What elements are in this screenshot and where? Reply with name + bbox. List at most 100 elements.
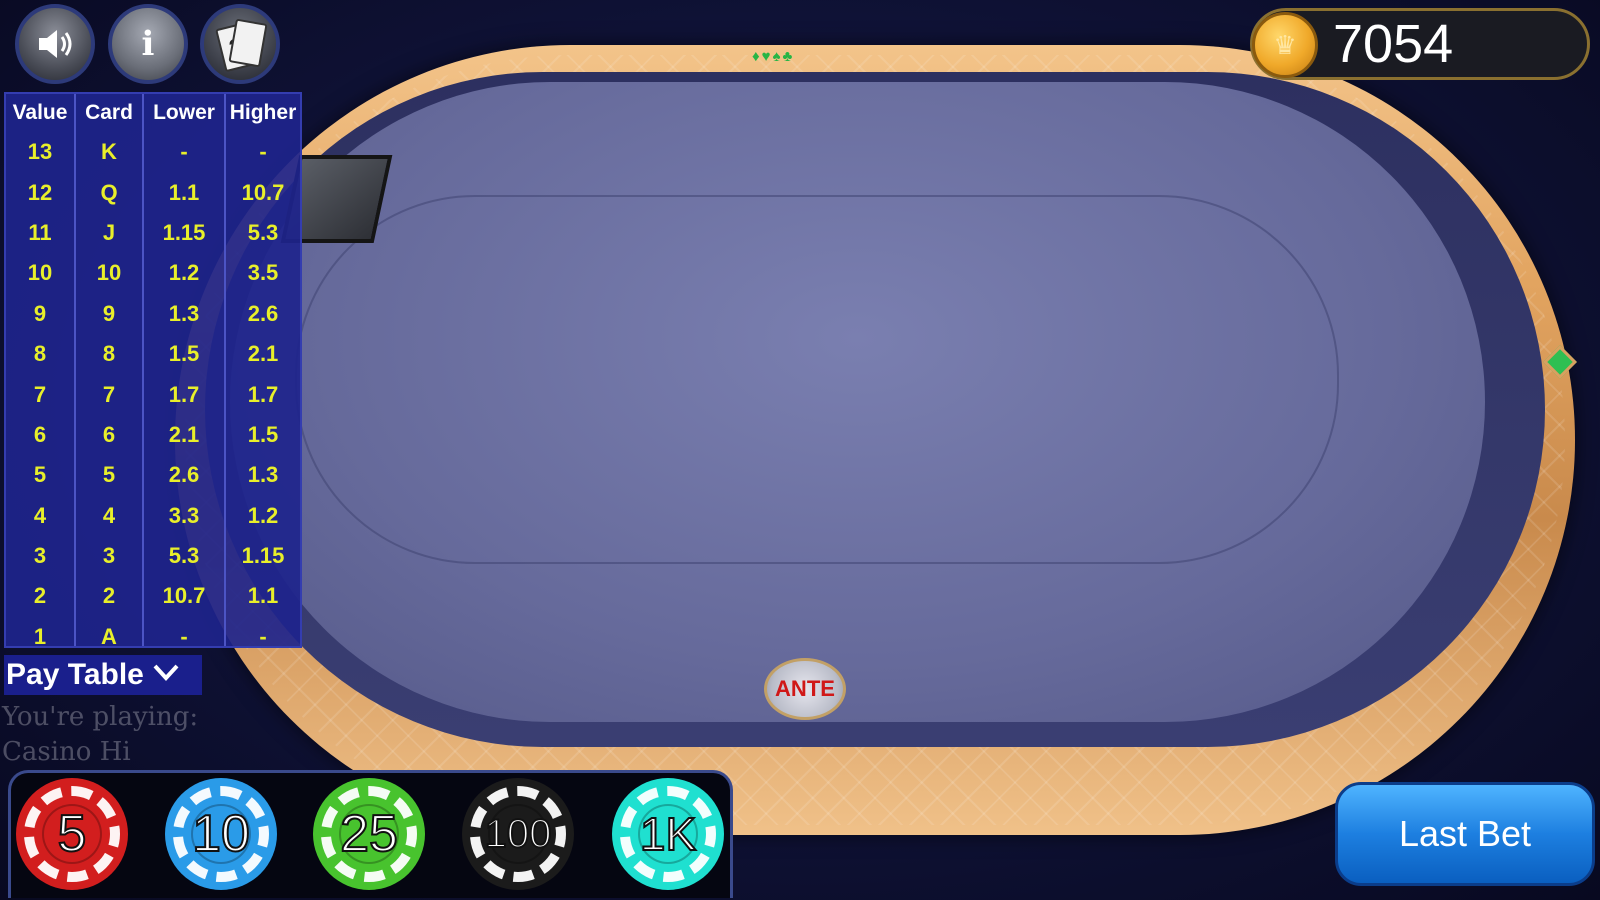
- pay-table-cell: 1.1: [247, 583, 279, 609]
- pay-table-row: 8 8 1.5 2.1: [6, 333, 300, 375]
- pay-table-cell: 1.3: [143, 293, 226, 334]
- info-button[interactable]: i: [108, 4, 188, 84]
- now-playing-line2: Casino Hi: [2, 737, 131, 767]
- pay-table: Value Card Lower Higher 13 K - -12 Q 1.1 10.7 1…: [4, 92, 302, 648]
- pay-table-row: 3 3 5.3 1.15: [6, 535, 300, 577]
- card-help-button[interactable]: ?: [200, 4, 280, 84]
- pay-table-cell: A: [75, 616, 144, 646]
- last-bet-button[interactable]: Last Bet: [1335, 782, 1595, 886]
- pay-table-cell: 8: [75, 333, 144, 375]
- pay-table-toggle-label: Pay Table: [6, 658, 144, 691]
- pay-table-row: 10 10 1.2 3.5: [6, 253, 300, 294]
- ante-bet-spot[interactable]: ANTE: [764, 658, 846, 720]
- suits-ornament: ♦♥♠♣: [752, 48, 795, 65]
- pay-table-cell: 1.7: [247, 381, 279, 407]
- pay-table-cell: 2.6: [247, 300, 279, 326]
- pay-table-cell: 5: [6, 455, 76, 496]
- pay-table-cell: 10.7: [143, 576, 226, 617]
- sound-button[interactable]: [15, 4, 95, 84]
- pay-table-row: 9 9 1.3 2.6: [6, 293, 300, 334]
- pay-table-cell: 1.15: [143, 212, 226, 254]
- pay-table-cell: 3.3: [143, 495, 226, 536]
- pay-table-header: Higher: [229, 101, 297, 124]
- speaker-icon: [39, 30, 72, 58]
- chip-10[interactable]: 10: [165, 778, 277, 890]
- pay-table-header: Lower: [143, 94, 226, 132]
- pay-table-cell: 1.1: [143, 172, 226, 213]
- pay-table-cell: 1.5: [247, 421, 279, 447]
- now-playing-line1: You're playing:: [2, 702, 199, 732]
- pay-table-cell: 3: [6, 535, 76, 577]
- pay-table-cell: 13: [6, 132, 76, 173]
- pay-table-cell: 1.3: [247, 462, 279, 488]
- pay-table-row: 4 4 3.3 1.2: [6, 495, 300, 536]
- pay-table-row: 11 J 1.15 5.3: [6, 212, 300, 254]
- pay-table-row: 12 Q 1.1 10.7: [6, 172, 300, 213]
- pay-table-cell: 10.7: [241, 179, 285, 205]
- chevron-down-icon: [152, 661, 180, 689]
- pay-table-cell: 1.5: [143, 333, 226, 375]
- pay-table-cell: Q: [75, 172, 144, 213]
- pay-table-cell: 9: [75, 293, 144, 334]
- chip-25-label: 25: [339, 804, 399, 864]
- pay-table-cell: 10: [75, 253, 144, 294]
- pay-table-cell: 1: [6, 616, 76, 646]
- pay-table-cell: -: [259, 139, 267, 165]
- now-playing-text: You're playing: Casino Hi: [2, 700, 198, 770]
- pay-table-cell: 6: [6, 414, 76, 456]
- pay-table-cell: 5.3: [143, 535, 226, 577]
- pay-table-cell: -: [259, 623, 267, 648]
- pay-table-cell: -: [143, 616, 226, 646]
- card-glyph: [228, 18, 268, 68]
- last-bet-label: Last Bet: [1398, 813, 1532, 854]
- pay-table-cell: 4: [6, 495, 76, 536]
- chip-1k-label: 1K: [639, 807, 697, 861]
- pay-table-cell: -: [143, 132, 226, 173]
- pay-table-cell: 1.2: [247, 502, 279, 528]
- pay-table-cell: 2.1: [247, 341, 279, 367]
- pay-table-row: 6 6 2.1 1.5: [6, 414, 300, 456]
- chip-100[interactable]: 100: [462, 778, 574, 890]
- pay-table-cell: 1.2: [143, 253, 226, 294]
- pay-table-cell: 2.6: [143, 455, 226, 496]
- pay-table-cell: 11: [6, 212, 76, 254]
- pay-table-cell: 2: [75, 576, 144, 617]
- chip-100-label: 100: [484, 811, 553, 857]
- cards-icon: ?: [215, 18, 268, 73]
- chip-1k[interactable]: 1K: [612, 778, 724, 890]
- pay-table-cell: 5: [75, 455, 144, 496]
- pay-table-row: 7 7 1.7 1.7: [6, 374, 300, 415]
- pay-table-cell: 12: [6, 172, 76, 213]
- pay-table-cell: 3: [75, 535, 144, 577]
- pay-table-row: 13 K - -: [6, 132, 300, 173]
- pay-table-row: 2 2 10.7 1.1: [6, 576, 300, 617]
- pay-table-cell: 6: [75, 414, 144, 456]
- info-icon: i: [141, 24, 155, 64]
- pay-table-header-row: Value Card Lower Higher: [6, 94, 300, 132]
- pay-table-cell: 10: [6, 253, 76, 294]
- chip-5-label: 5: [57, 804, 88, 864]
- pay-table-cell: 1.7: [143, 374, 226, 415]
- pay-table-cell: 8: [6, 333, 76, 375]
- pay-table-toggle[interactable]: Pay Table: [4, 655, 202, 695]
- chip-10-label: 10: [191, 804, 251, 864]
- pay-table-cell: 2: [6, 576, 76, 617]
- felt-outline: [295, 195, 1339, 564]
- pay-table-cell: 2.1: [143, 414, 226, 456]
- pay-table-header: Value: [6, 94, 76, 132]
- pay-table-cell: 1.15: [241, 543, 285, 569]
- pay-table-row: 5 5 2.6 1.3: [6, 455, 300, 496]
- pay-table-cell: 4: [75, 495, 144, 536]
- coin-balance: 7054: [1333, 14, 1454, 74]
- pay-table-cell: 5.3: [247, 219, 279, 245]
- pay-table-cell: 9: [6, 293, 76, 334]
- pay-table-cell: 3.5: [247, 260, 279, 286]
- chip-25[interactable]: 25: [313, 778, 425, 890]
- pay-table-row: 1A--: [6, 616, 300, 648]
- ante-label: ANTE: [775, 676, 835, 701]
- pay-table-cell: 7: [6, 374, 76, 415]
- chip-5[interactable]: 5: [16, 778, 128, 890]
- pay-table-header: Card: [75, 94, 144, 132]
- pay-table-cell: 7: [75, 374, 144, 415]
- pay-table-cell: K: [75, 132, 144, 173]
